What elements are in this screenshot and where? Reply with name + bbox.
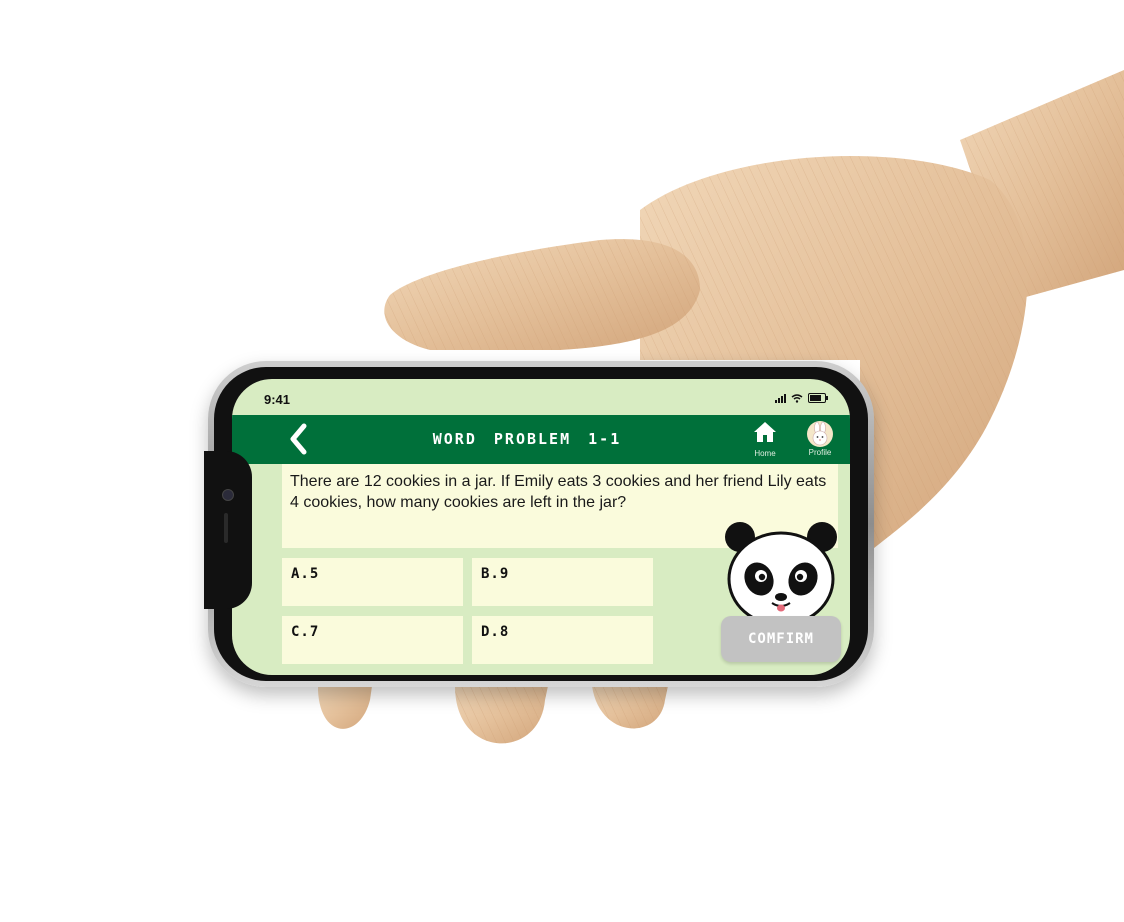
status-time: 9:41 [264,392,291,407]
option-label: C.7 [291,624,320,640]
profile-button[interactable]: Profile [800,421,840,461]
option-label: B.9 [481,566,510,582]
app-screen: 9:41 WORD PROBLEM 1-1 Home Profile There… [232,379,850,675]
question-text: There are 12 cookies in a jar. If Emily … [290,473,827,511]
battery-icon [808,393,828,403]
option-b[interactable]: B.9 [472,558,653,606]
home-icon [754,422,776,442]
speaker-grille [224,513,228,543]
home-label: Home [754,449,776,458]
wifi-icon [791,393,803,403]
status-icons [775,393,828,403]
front-camera [222,489,234,501]
option-c[interactable]: C.7 [282,616,463,664]
chevron-left-icon [290,423,307,455]
page-title: WORD PROBLEM 1-1 [432,430,622,448]
option-label: D.8 [481,624,510,640]
phone-notch [204,451,252,609]
option-d[interactable]: D.8 [472,616,653,664]
phone-bezel: 9:41 WORD PROBLEM 1-1 Home Profile There… [204,367,868,681]
phone-frame: 9:41 WORD PROBLEM 1-1 Home Profile There… [204,361,874,687]
profile-label: Profile [808,448,832,457]
back-button[interactable] [286,423,312,455]
option-label: A.5 [291,566,320,582]
signal-icon [775,393,786,403]
bunny-avatar-icon [807,421,833,447]
header-bar: WORD PROBLEM 1-1 Home Profile [232,415,850,464]
home-button[interactable]: Home [745,421,785,461]
option-a[interactable]: A.5 [282,558,463,606]
confirm-button[interactable]: COMFIRM [721,616,841,662]
panda-mascot-icon [725,522,837,623]
